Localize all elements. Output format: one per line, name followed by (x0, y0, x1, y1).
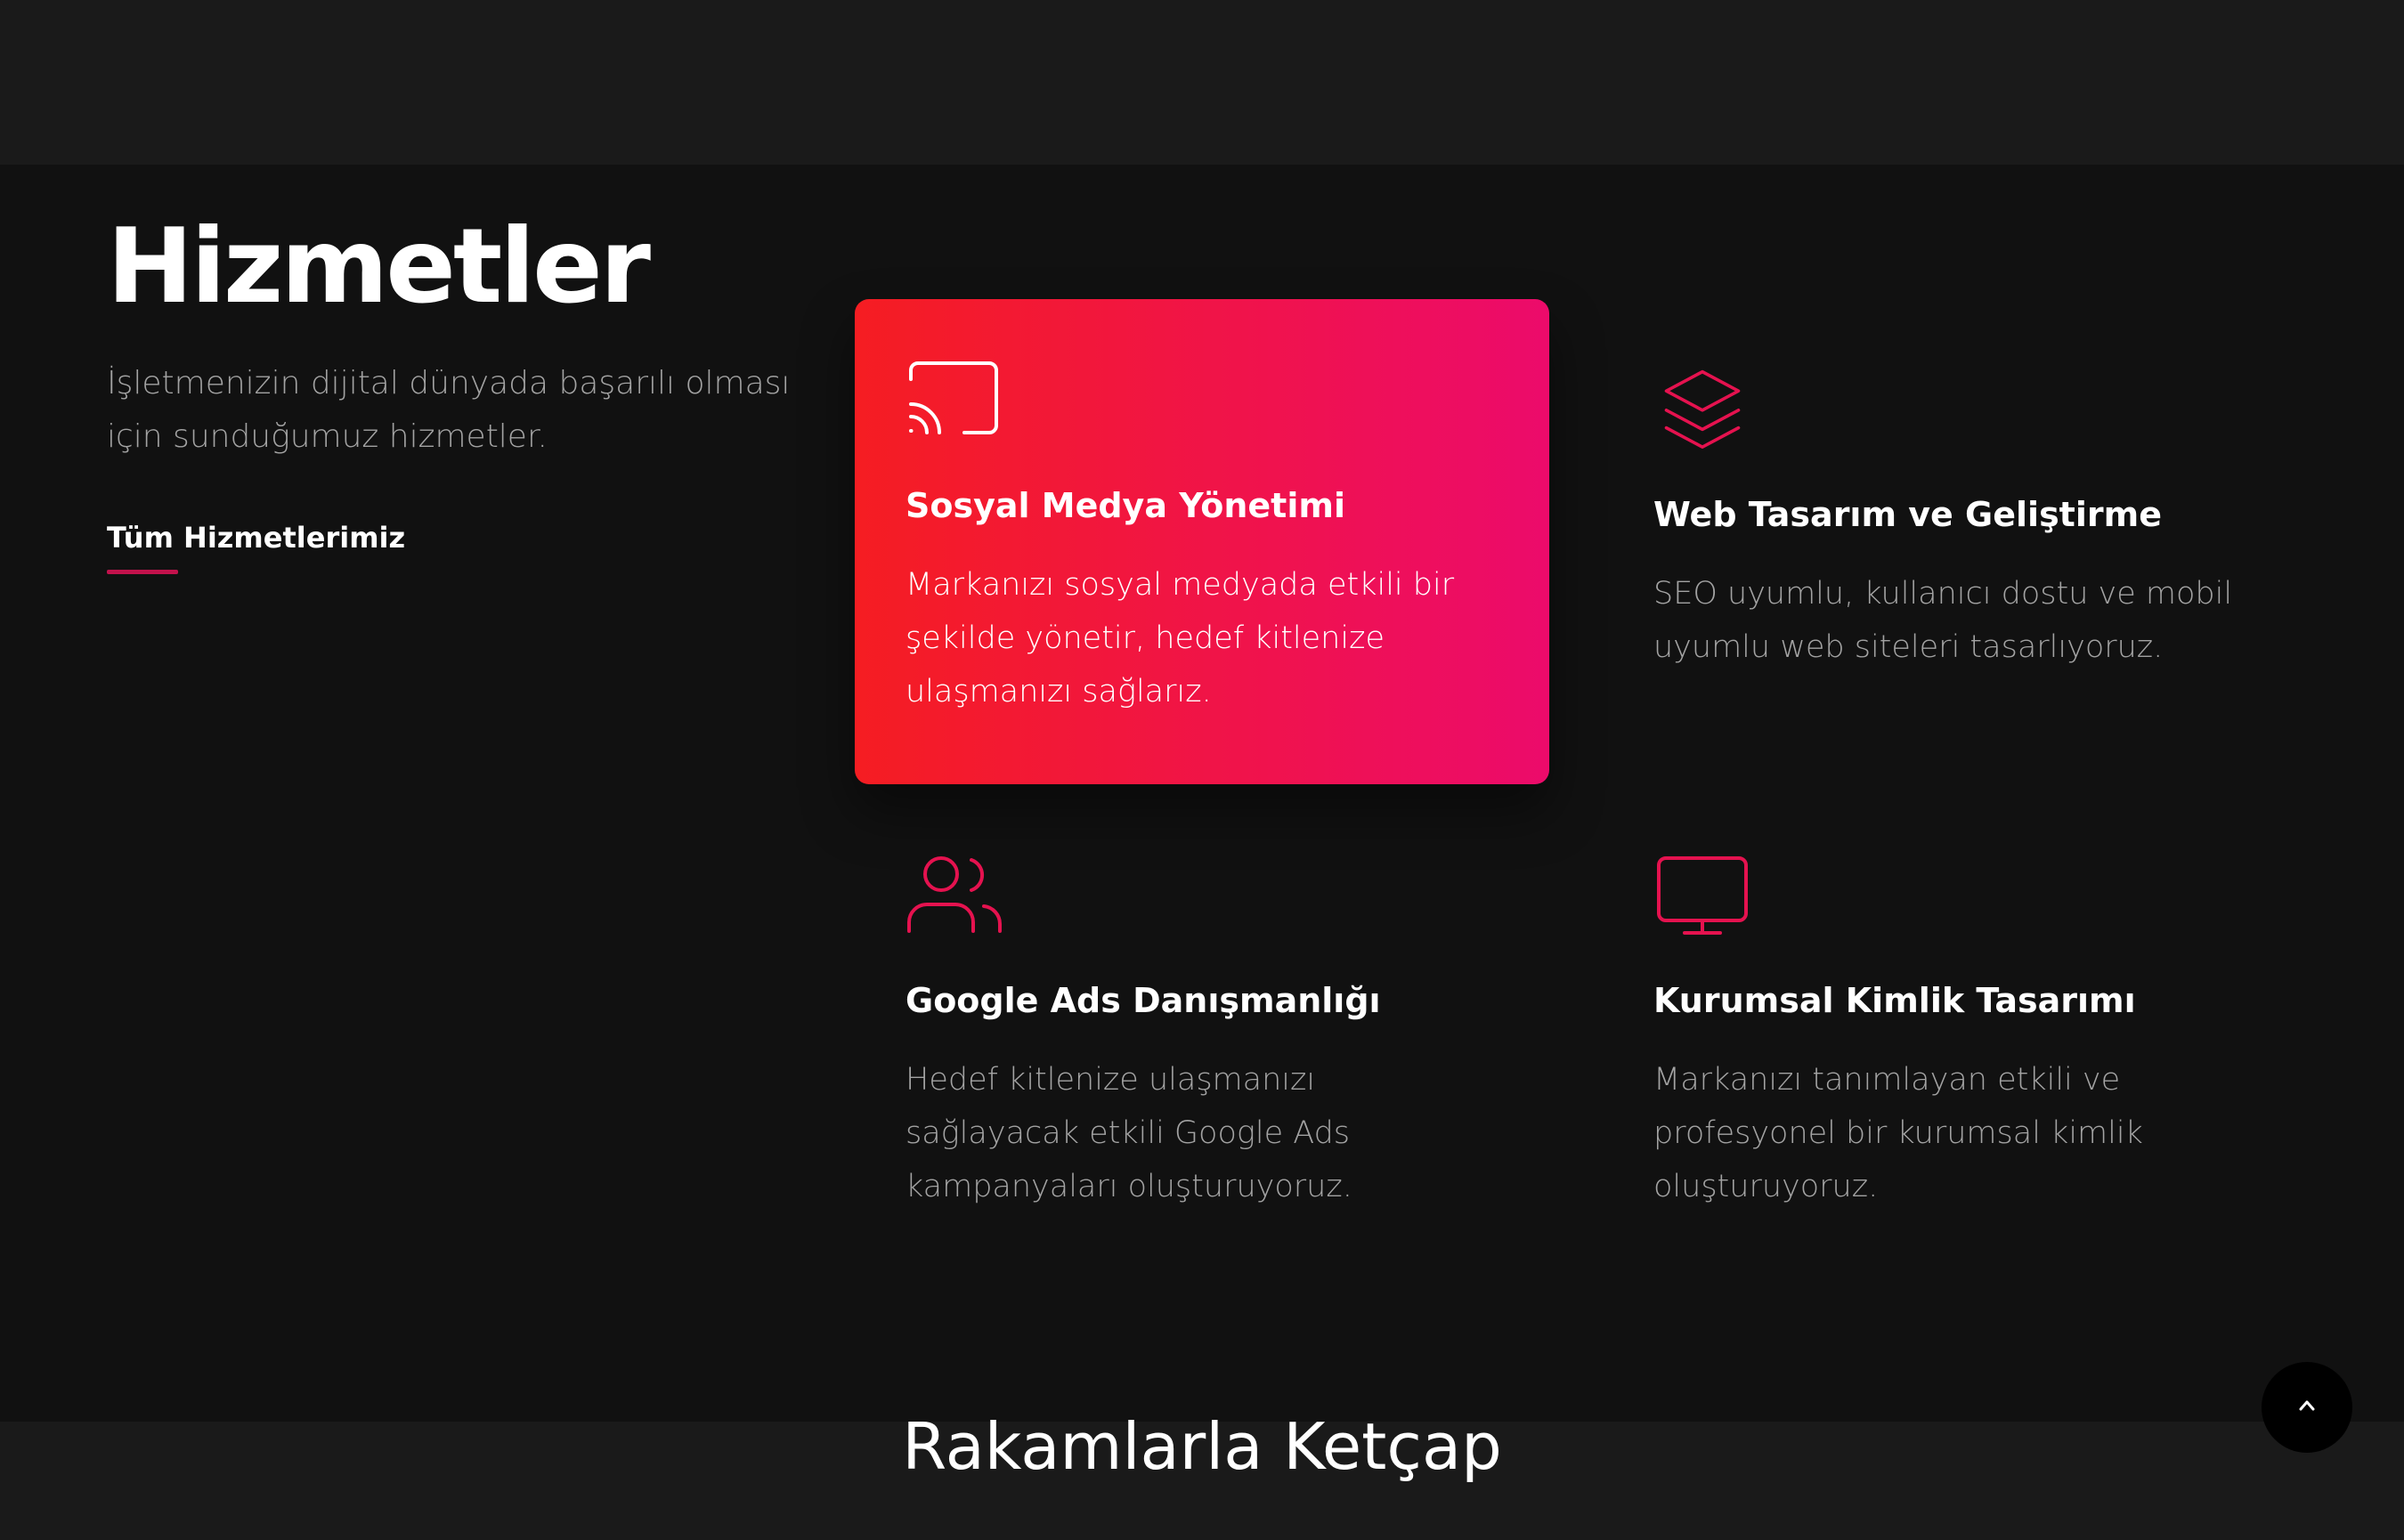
service-description: Hedef kitlenize ulaşmanızı sağlayacak et… (906, 1062, 1352, 1205)
section-title: Hizmetler (107, 207, 651, 327)
scroll-to-top-button[interactable] (2262, 1362, 2352, 1453)
service-description: Markanızı sosyal medyada etkili bir şeki… (906, 567, 1455, 710)
service-description: SEO uyumlu, kullanıcı dostu ve mobil uyu… (1653, 576, 2233, 666)
service-card-google-ads[interactable]: Google Ads Danışmanlığı Hedef kitlenize … (855, 794, 1549, 1279)
service-card-web-design[interactable]: Web Tasarım ve Geliştirme SEO uyumlu, ku… (1604, 308, 2298, 793)
service-title: Kurumsal Kimlik Tasarımı (1653, 981, 2136, 1020)
all-services-link[interactable]: Tüm Hizmetlerimiz (107, 521, 405, 567)
service-card-social-media[interactable]: Sosyal Medya Yönetimi Markanızı sosyal m… (855, 299, 1549, 784)
chevron-up-icon (2294, 1393, 2319, 1422)
top-header-bar (0, 0, 2404, 165)
cast-icon (906, 360, 1498, 440)
service-title: Web Tasarım ve Geliştirme (1653, 495, 2162, 534)
services-intro: Hizmetler İşletmenizin dijital dünyada b… (107, 205, 801, 574)
monitor-icon (1653, 855, 2247, 935)
service-card-corporate-identity[interactable]: Kurumsal Kimlik Tasarımı Markanızı tanım… (1604, 794, 2298, 1279)
service-description: Markanızı tanımlayan etkili ve profesyon… (1653, 1062, 2143, 1205)
stats-title: Rakamlarla Ketçap (902, 1409, 1502, 1484)
service-title: Google Ads Danışmanlığı (906, 981, 1381, 1020)
link-underline (107, 570, 178, 574)
users-icon (906, 855, 1498, 935)
service-title: Sosyal Medya Yönetimi (906, 486, 1345, 525)
section-description: İşletmenizin dijital dünyada başarılı ol… (107, 365, 791, 456)
layers-icon (1653, 369, 2247, 449)
